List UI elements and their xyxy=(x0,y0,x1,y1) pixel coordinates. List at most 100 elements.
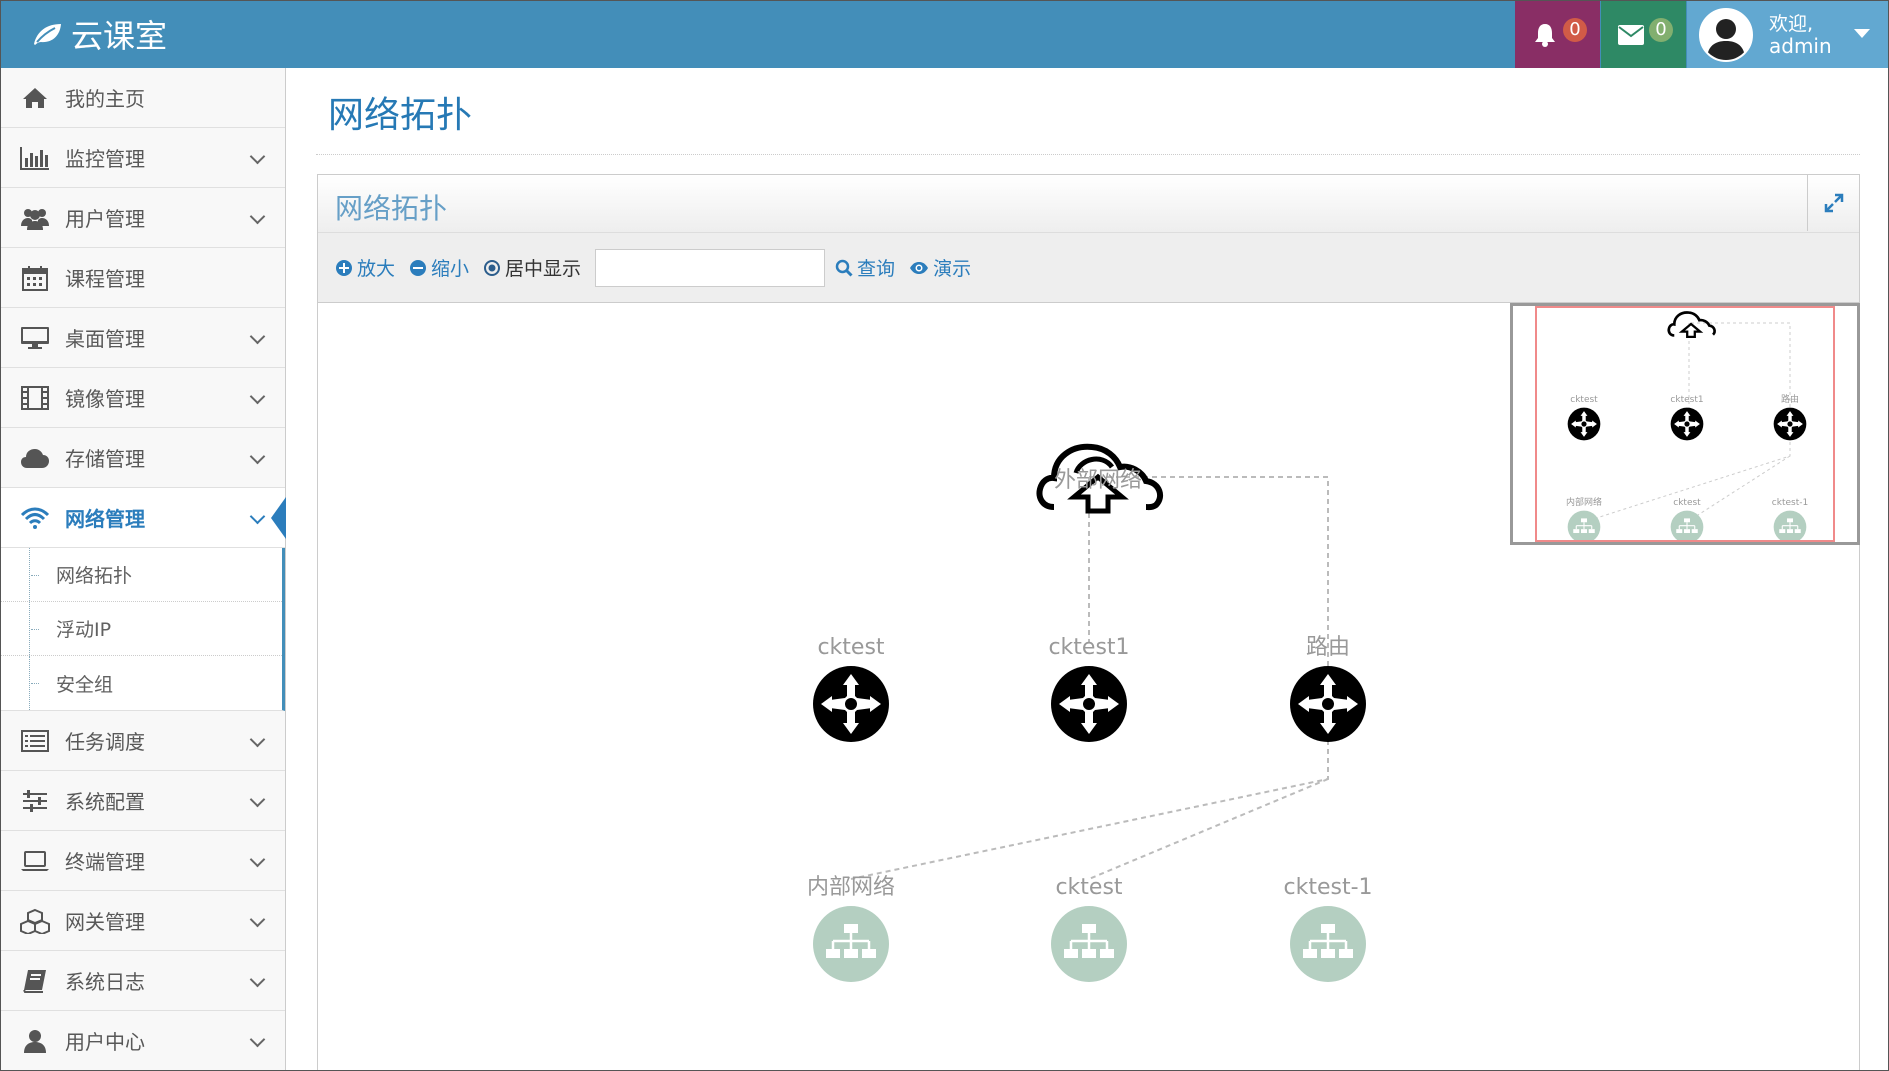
plus-circle-icon xyxy=(336,259,352,276)
user-menu[interactable]: 欢迎, admin xyxy=(1687,1,1888,68)
sidebar-item-label: 我的主页 xyxy=(65,87,145,111)
sidebar-item-tasks[interactable]: 任务调度 xyxy=(1,711,285,771)
center-display-label: 居中显示 xyxy=(505,258,582,280)
router-label: 路由 xyxy=(1306,635,1350,660)
sidebar-item-user-center[interactable]: 用户中心 xyxy=(1,1011,285,1070)
demo-button[interactable]: 演示 xyxy=(909,254,971,281)
sidebar-item-courses[interactable]: 课程管理 xyxy=(1,248,285,308)
search-icon xyxy=(835,259,853,277)
user-silhouette-icon xyxy=(1701,9,1751,60)
router-node[interactable]: cktest xyxy=(813,635,889,742)
active-indicator xyxy=(271,497,286,539)
submenu-item-label: 网络拓扑 xyxy=(56,565,133,587)
chevron-down-icon xyxy=(249,911,266,928)
sidebar-item-gateway[interactable]: 网关管理 xyxy=(1,891,285,951)
topology-minimap[interactable]: cktest cktest1 路由 内部网络 cktest cktest-1 xyxy=(1510,303,1860,545)
laptop-icon xyxy=(17,847,53,875)
sidebar-item-terminals[interactable]: 终端管理 xyxy=(1,831,285,891)
network-icon xyxy=(1288,904,1368,984)
username: admin xyxy=(1769,33,1832,58)
home-icon xyxy=(17,84,53,112)
sidebar-item-label: 网关管理 xyxy=(65,910,145,934)
router-label: cktest xyxy=(817,635,884,660)
center-display-button[interactable]: 居中显示 xyxy=(483,254,581,281)
bar-chart-icon xyxy=(17,144,53,172)
network-icon xyxy=(811,904,891,984)
network-node[interactable]: cktest xyxy=(1049,875,1129,984)
divider xyxy=(316,154,1860,155)
sidebar-item-label: 系统配置 xyxy=(65,790,145,814)
minus-circle-icon xyxy=(410,259,427,276)
submenu-item-floating-ip[interactable]: 浮动IP xyxy=(1,602,282,656)
network-node[interactable]: 内部网络 xyxy=(807,875,895,984)
network-label: cktest xyxy=(1055,875,1122,900)
desktop-icon xyxy=(17,324,53,352)
chevron-down-icon xyxy=(249,1031,266,1048)
sidebar-item-logs[interactable]: 系统日志 xyxy=(1,951,285,1011)
envelope-icon xyxy=(1617,24,1644,45)
panel-title: 网络拓扑 xyxy=(335,192,448,225)
chevron-down-icon xyxy=(249,731,266,748)
router-node[interactable]: 路由 xyxy=(1290,635,1366,742)
sidebar-item-label: 用户管理 xyxy=(65,207,145,231)
sidebar-item-label: 镜像管理 xyxy=(65,387,145,411)
list-icon xyxy=(17,727,53,755)
leaf-icon xyxy=(34,24,61,45)
sidebar-item-users[interactable]: 用户管理 xyxy=(1,188,285,248)
sidebar-item-label: 网络管理 xyxy=(65,507,145,531)
expand-button[interactable] xyxy=(1807,175,1859,231)
film-icon xyxy=(17,384,53,412)
router-icon xyxy=(1290,666,1366,742)
topology-toolbar: 放大 缩小 居中显示 查询 演示 xyxy=(318,233,1859,303)
calendar-icon xyxy=(17,264,53,292)
sidebar-item-monitor[interactable]: 监控管理 xyxy=(1,128,285,188)
network-label: cktest-1 xyxy=(1283,875,1372,900)
brand-logo[interactable]: 云课室 xyxy=(31,11,167,57)
sidebar-item-system-config[interactable]: 系统配置 xyxy=(1,771,285,831)
router-icon xyxy=(813,666,889,742)
external-network-node[interactable]: 外部网络 xyxy=(1036,443,1164,514)
submenu-item-label: 浮动IP xyxy=(56,619,112,641)
minimap-viewport[interactable] xyxy=(1535,306,1835,542)
sidebar-item-label: 任务调度 xyxy=(65,730,145,754)
cubes-icon xyxy=(17,907,53,935)
sidebar-item-label: 用户中心 xyxy=(65,1030,145,1054)
sidebar: 我的主页 监控管理 用户管理 课程管理 桌面管理 镜像管理 存储管理 网络管理 … xyxy=(1,68,286,1070)
notifications-button[interactable]: 0 xyxy=(1515,1,1600,68)
sidebar-item-storage[interactable]: 存储管理 xyxy=(1,428,285,488)
sidebar-item-label: 监控管理 xyxy=(65,147,145,171)
router-node[interactable]: cktest1 xyxy=(1048,635,1130,742)
chevron-down-icon xyxy=(249,791,266,808)
search-input[interactable] xyxy=(595,248,826,287)
external-network-label: 外部网络 xyxy=(1054,468,1142,493)
zoom-out-button[interactable]: 缩小 xyxy=(409,254,469,281)
messages-button[interactable]: 0 xyxy=(1601,1,1686,68)
router-icon xyxy=(1051,666,1127,742)
sidebar-item-images[interactable]: 镜像管理 xyxy=(1,368,285,428)
avatar xyxy=(1699,7,1753,62)
sidebar-item-desktop[interactable]: 桌面管理 xyxy=(1,308,285,368)
users-icon xyxy=(17,204,53,232)
sidebar-item-label: 课程管理 xyxy=(65,267,145,291)
router-label: cktest1 xyxy=(1048,635,1129,660)
network-icon xyxy=(1049,904,1129,984)
notifications-badge: 0 xyxy=(1563,18,1587,42)
user-info: 欢迎, admin xyxy=(1769,13,1832,57)
eye-icon xyxy=(910,261,929,274)
sidebar-item-home[interactable]: 我的主页 xyxy=(1,68,285,128)
page-title: 网络拓扑 xyxy=(328,95,473,136)
app-window: 云课室 0 0 欢迎, admin 我的主页 监控管理 用户管理 课程管理 桌面… xyxy=(0,0,1889,1071)
submenu-item-topology[interactable]: 网络拓扑 xyxy=(1,548,282,602)
zoom-in-label: 放大 xyxy=(357,258,396,280)
chevron-down-icon xyxy=(249,148,266,165)
submenu-item-security-group[interactable]: 安全组 xyxy=(1,656,282,710)
zoom-in-button[interactable]: 放大 xyxy=(335,254,395,281)
network-label: 内部网络 xyxy=(807,875,895,900)
sidebar-item-label: 存储管理 xyxy=(65,447,145,471)
network-submenu: 网络拓扑 浮动IP 安全组 xyxy=(1,548,285,711)
search-button[interactable]: 查询 xyxy=(835,254,895,281)
search-label: 查询 xyxy=(857,258,896,280)
sidebar-item-network[interactable]: 网络管理 xyxy=(1,488,286,548)
network-node[interactable]: cktest-1 xyxy=(1283,875,1373,984)
panel-header: 网络拓扑 xyxy=(318,175,1859,233)
